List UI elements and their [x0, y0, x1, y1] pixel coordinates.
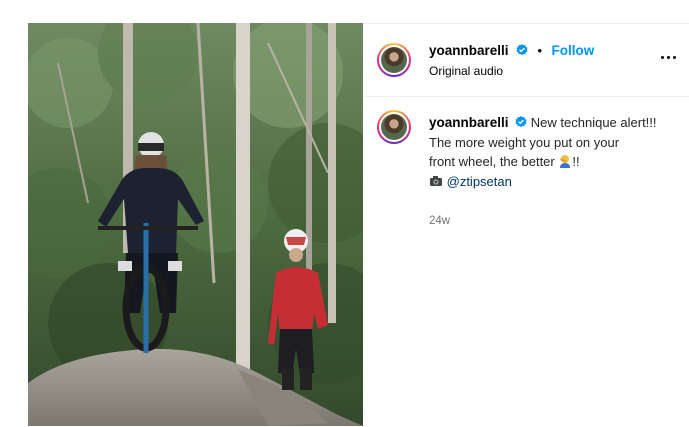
separator-dot: • — [537, 43, 542, 58]
more-options-icon[interactable] — [661, 56, 677, 62]
audio-label[interactable]: Original audio — [429, 64, 503, 78]
verified-badge-icon — [515, 116, 527, 128]
caption-username[interactable]: yoannbarelli — [429, 115, 509, 130]
avatar-image — [381, 47, 407, 73]
avatar-ring — [379, 45, 409, 75]
mountain-bike-photo — [28, 23, 363, 426]
caption-line-1: yoannbarelli New technique alert!!! — [429, 113, 669, 133]
author-avatar[interactable] — [377, 43, 411, 77]
camera-emoji — [430, 175, 442, 186]
post-timestamp[interactable]: 24w — [429, 215, 450, 227]
post-image[interactable] — [28, 23, 363, 426]
caption-suffix-3: !! — [572, 154, 580, 169]
avatar-image — [381, 114, 407, 140]
mention-link[interactable]: @ztipsetan — [447, 174, 512, 189]
caption-avatar[interactable] — [377, 110, 411, 144]
follow-button[interactable]: Follow — [551, 43, 594, 58]
caption-line-3: front wheel, the better !! — [429, 152, 669, 172]
author-username[interactable]: yoannbarelli — [429, 43, 509, 58]
caption-line-4: @ztipsetan — [429, 172, 669, 192]
caption-text-3: front wheel, the better — [429, 154, 555, 169]
avatar-ring — [379, 112, 409, 142]
post-caption: yoannbarelli New technique alert!!! The … — [429, 113, 669, 191]
caption-text-1: New technique alert!!! — [530, 115, 657, 130]
post-header: yoannbarelli • Follow Original audio — [363, 24, 689, 97]
header-author-line: yoannbarelli • Follow — [429, 42, 594, 60]
person-facepalming-emoji — [560, 155, 571, 168]
caption-text-2: The more weight you put on your — [429, 134, 620, 150]
post-details-panel: yoannbarelli • Follow Original audio yoa… — [363, 23, 689, 427]
verified-badge-icon — [516, 44, 528, 56]
